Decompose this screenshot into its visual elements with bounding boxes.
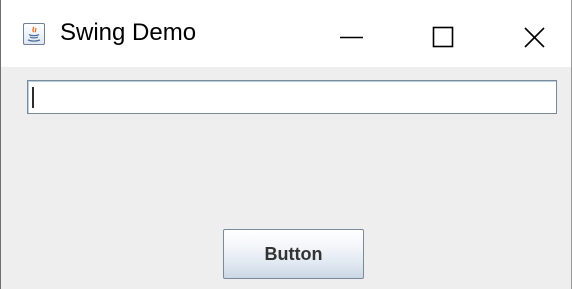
text-field[interactable] — [27, 80, 557, 114]
maximize-button[interactable] — [399, 0, 491, 67]
window-title: Swing Demo — [60, 19, 197, 46]
minimize-button[interactable] — [307, 0, 399, 67]
text-caret — [32, 87, 34, 108]
button[interactable]: Button — [223, 229, 364, 279]
maximize-icon — [432, 26, 454, 48]
app-window: Swing Demo Button — [0, 0, 572, 289]
content-pane: Button — [1, 67, 571, 289]
close-button[interactable] — [491, 0, 571, 67]
title-bar[interactable]: Swing Demo — [1, 0, 571, 67]
close-icon — [524, 27, 545, 48]
java-cup-icon[interactable] — [23, 23, 45, 45]
minimize-icon — [340, 36, 363, 39]
